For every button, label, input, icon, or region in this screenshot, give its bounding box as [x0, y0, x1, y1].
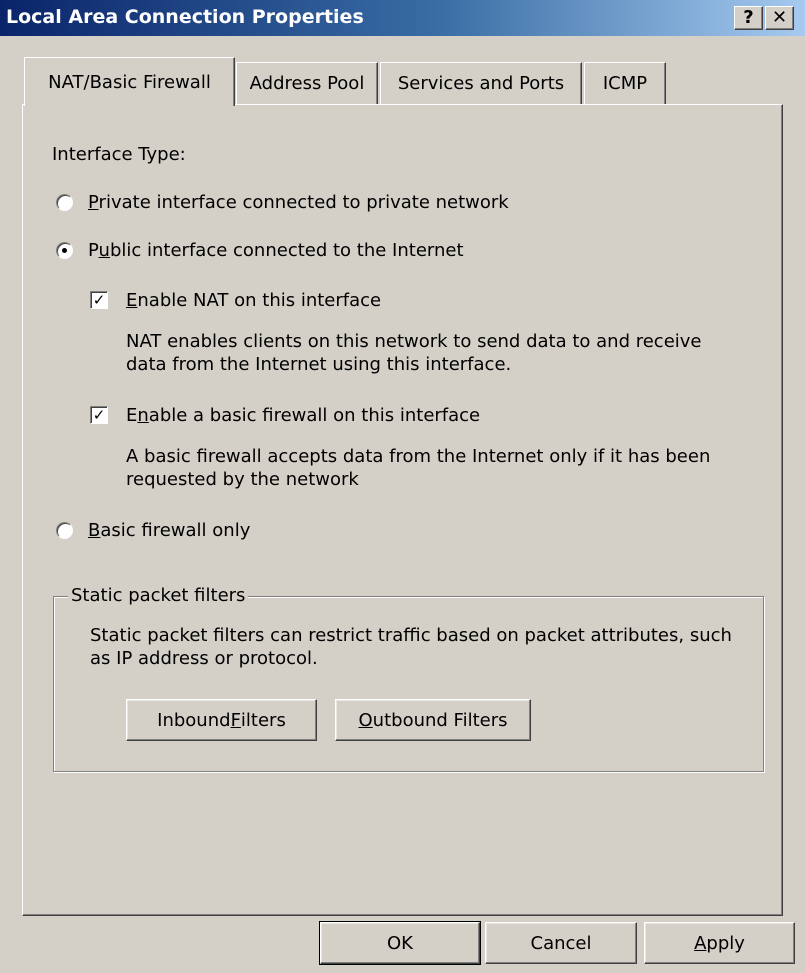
ok-button[interactable]: OK: [319, 921, 481, 965]
tab-label: Services and Ports: [397, 73, 565, 94]
cancel-button[interactable]: Cancel: [485, 922, 637, 964]
static-filters-description: Static packet filters can restrict traff…: [90, 625, 732, 669]
inbound-filters-button[interactable]: Inbound Filters: [126, 699, 317, 741]
title-bar[interactable]: Local Area Connection Properties ? ✕: [0, 0, 805, 36]
nat-description: NAT enables clients on this network to s…: [126, 331, 702, 375]
static-packet-filters-group: [53, 596, 764, 772]
outbound-filters-button[interactable]: Outbound Filters: [335, 699, 531, 741]
tab-icmp[interactable]: ICMP: [584, 62, 666, 104]
tab-panel: [22, 104, 783, 916]
tab-label: NAT/Basic Firewall: [48, 71, 211, 93]
radio-private-label[interactable]: Private interface connected to private n…: [88, 192, 509, 213]
interface-type-label: Interface Type:: [52, 144, 186, 165]
checkbox-enable-nat-label[interactable]: Enable NAT on this interface: [126, 290, 381, 311]
apply-button[interactable]: Apply: [644, 922, 795, 964]
checkmark-icon: ✓: [92, 405, 106, 424]
checkbox-enable-firewall[interactable]: ✓: [90, 406, 108, 424]
radio-basic-firewall-label[interactable]: Basic firewall only: [88, 520, 250, 541]
radio-public-interface[interactable]: [56, 242, 73, 259]
help-button[interactable]: ?: [734, 6, 763, 30]
radio-basic-firewall[interactable]: [56, 522, 73, 539]
help-icon: ?: [743, 7, 754, 28]
static-packet-filters-legend: Static packet filters: [68, 585, 249, 606]
tab-nat-basic-firewall[interactable]: NAT/Basic Firewall: [24, 57, 235, 106]
close-icon: ✕: [771, 7, 788, 28]
tab-services-and-ports[interactable]: Services and Ports: [380, 62, 582, 104]
properties-dialog: Local Area Connection Properties ? ✕ NAT…: [0, 0, 805, 973]
firewall-description: A basic firewall accepts data from the I…: [126, 446, 711, 490]
tab-label: Address Pool: [249, 73, 365, 94]
tab-label: ICMP: [602, 73, 648, 94]
close-button[interactable]: ✕: [765, 6, 794, 30]
tab-address-pool[interactable]: Address Pool: [236, 62, 378, 104]
checkbox-enable-nat[interactable]: ✓: [90, 291, 108, 309]
radio-private-interface[interactable]: [56, 194, 73, 211]
window-title: Local Area Connection Properties: [6, 6, 364, 28]
checkmark-icon: ✓: [92, 290, 106, 309]
checkbox-enable-firewall-label[interactable]: Enable a basic firewall on this interfac…: [126, 405, 480, 426]
radio-public-label[interactable]: Public interface connected to the Intern…: [88, 240, 464, 261]
